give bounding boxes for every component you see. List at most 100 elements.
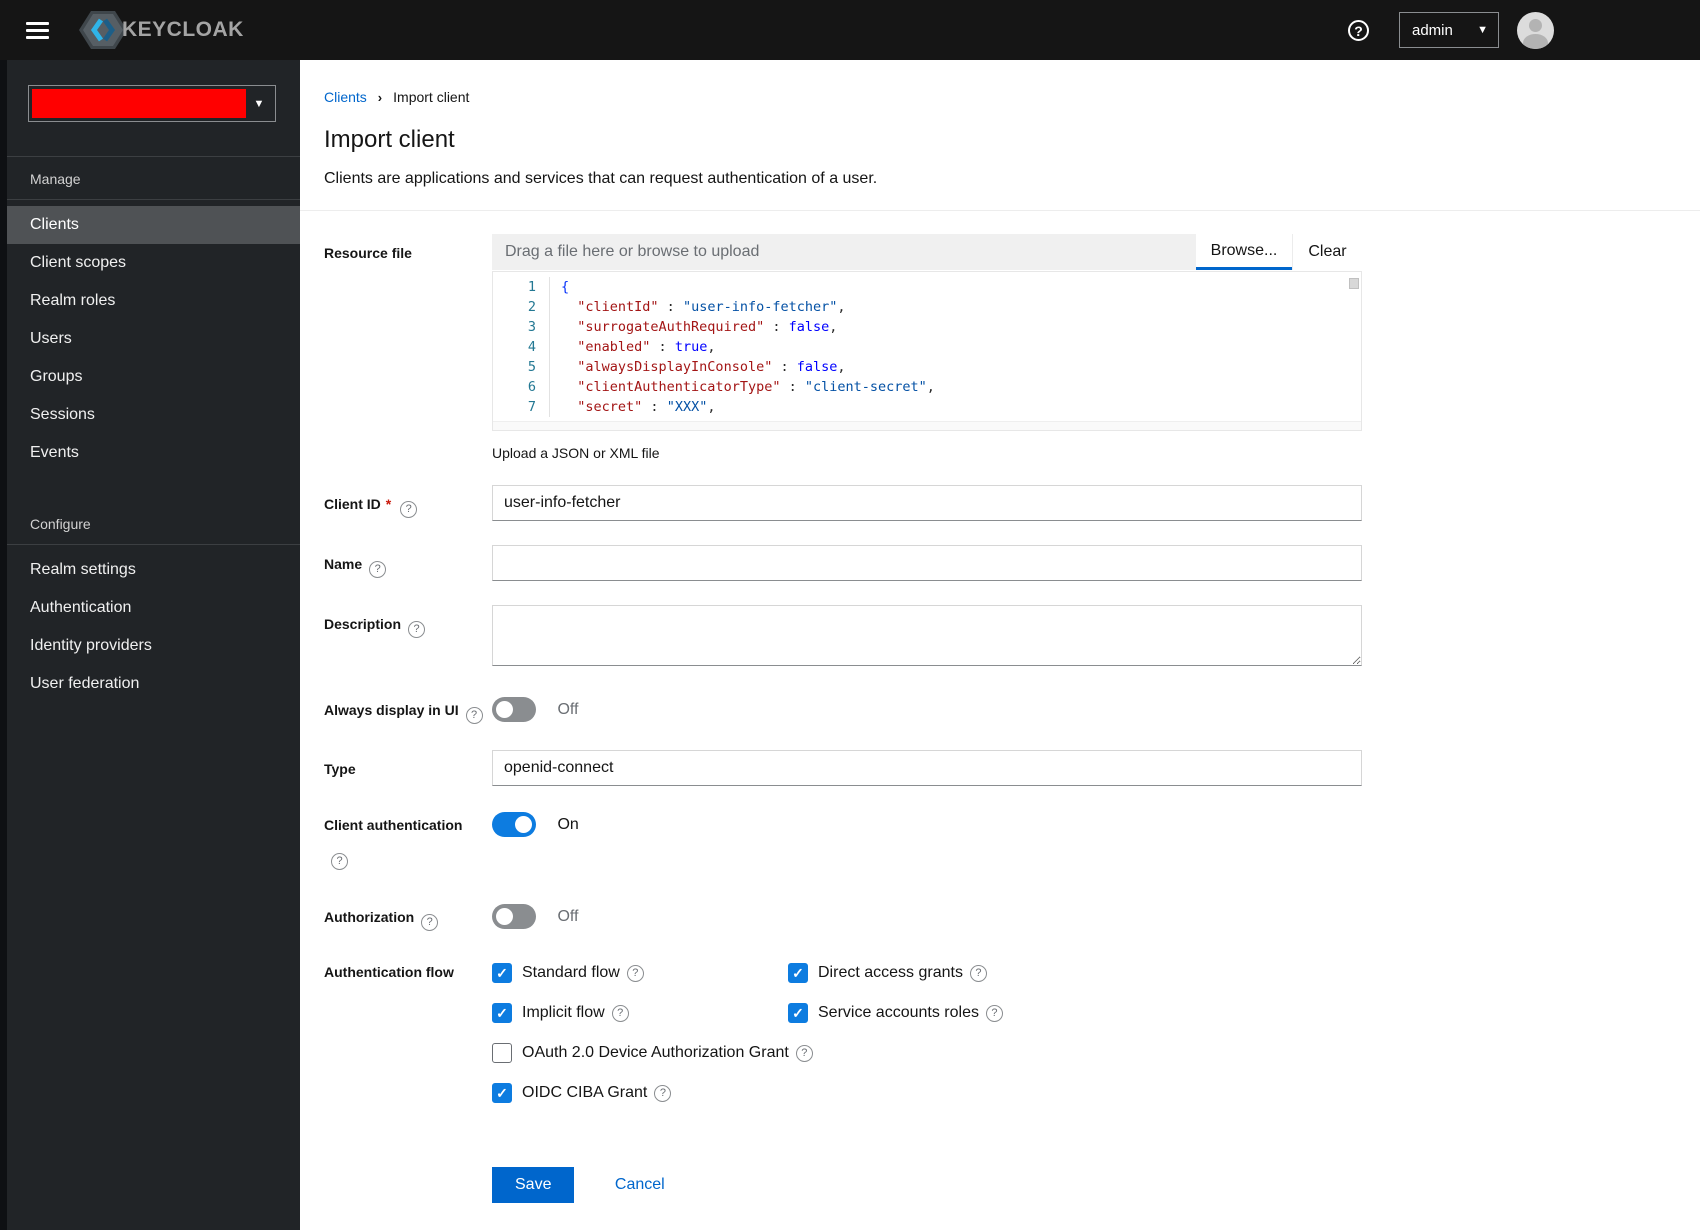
checkbox-unchecked-icon[interactable] (492, 1043, 512, 1064)
client-auth-toggle[interactable] (492, 812, 536, 838)
line-number: 1 (527, 279, 536, 296)
checkbox-label: Standard flow (522, 964, 620, 982)
breadcrumb-link-clients[interactable]: Clients (324, 89, 367, 105)
authorization-row: Authorization Off (324, 904, 1700, 932)
sidebar-item-groups[interactable]: Groups (0, 358, 300, 396)
sidebar-item-authentication[interactable]: Authentication (0, 589, 300, 627)
sidebar-item-user-federation[interactable]: User federation (0, 665, 300, 703)
checkbox-implicit-flow[interactable]: Implicit flow (492, 999, 788, 1027)
clear-button[interactable]: Clear (1292, 234, 1362, 271)
chevron-right-icon: › (377, 89, 383, 105)
checkbox-checked-icon[interactable] (492, 963, 512, 984)
sidebar-edge-strip (0, 60, 7, 1230)
page-title: Import client (324, 126, 455, 153)
main-content: Clients › Import client Import client Cl… (300, 60, 1700, 1230)
section-divider (300, 210, 1700, 212)
brand-text: KEYCLOAK (122, 18, 244, 41)
cancel-button[interactable]: Cancel (609, 1175, 671, 1195)
type-row: Type (324, 750, 1700, 787)
checkbox-label: Implicit flow (522, 1004, 605, 1022)
client-id-row: Client ID * (324, 485, 1700, 522)
checkbox-oidc-ciba-grant[interactable]: OIDC CIBA Grant (492, 1079, 1362, 1107)
help-icon[interactable] (408, 621, 426, 639)
auth-flow-row: Authentication flow Standard flow Direct … (324, 959, 1700, 1119)
sidebar-item-realm-roles[interactable]: Realm roles (0, 282, 300, 320)
always-display-row: Always display in UI Off (324, 697, 1700, 725)
chevron-down-icon: ▼ (1477, 24, 1488, 36)
checkbox-checked-icon[interactable] (788, 1003, 808, 1024)
checkbox-service-accounts-roles[interactable]: Service accounts roles (788, 999, 1362, 1027)
help-icon[interactable] (400, 501, 418, 519)
sidebar-item-realm-settings[interactable]: Realm settings (0, 551, 300, 589)
auth-flow-label: Authentication flow (324, 964, 454, 981)
sidebar-item-clients[interactable]: Clients (0, 206, 300, 244)
sidebar-item-client-scopes[interactable]: Client scopes (0, 244, 300, 282)
help-icon[interactable] (369, 561, 387, 579)
help-icon[interactable] (331, 853, 348, 871)
line-number: 4 (527, 339, 536, 356)
user-menu-dropdown[interactable]: admin ▼ (1399, 12, 1499, 48)
help-icon[interactable] (611, 1004, 629, 1022)
checkbox-checked-icon[interactable] (788, 963, 808, 984)
sidebar-item-users[interactable]: Users (0, 320, 300, 358)
line-number: 7 (527, 399, 536, 416)
sidebar: ▼ Manage Clients Client scopes Realm roles U… (0, 60, 300, 1230)
checkbox-label: Direct access grants (818, 964, 963, 982)
hamburger-menu-icon[interactable] (26, 18, 49, 43)
always-display-state: Off (557, 700, 579, 718)
line-number: 2 (527, 299, 536, 316)
keycloak-logo: KEYCLOAK (77, 8, 244, 52)
always-display-label: Always display in UI (324, 697, 492, 725)
sidebar-item-events[interactable]: Events (0, 434, 300, 472)
sidebar-item-sessions[interactable]: Sessions (0, 396, 300, 434)
sidebar-section-title: Manage (0, 157, 300, 200)
checkbox-checked-icon[interactable] (492, 1083, 512, 1104)
help-icon[interactable] (654, 1084, 672, 1102)
checkbox-standard-flow[interactable]: Standard flow (492, 959, 788, 987)
type-input[interactable] (492, 750, 1362, 787)
help-icon[interactable] (626, 964, 644, 982)
sidebar-section-manage: Manage Clients Client scopes Realm roles Use… (0, 156, 300, 472)
code-lines: 1{2 "clientId" : "user-info-fetcher", 3 "… (493, 277, 1361, 418)
browse-button[interactable]: Browse... (1196, 234, 1292, 271)
name-label: Name (324, 545, 492, 579)
file-drop-zone[interactable]: Drag a file here or browse to upload (492, 234, 1196, 271)
breadcrumb-current: Import client (393, 89, 470, 105)
checkbox-checked-icon[interactable] (492, 1003, 512, 1024)
sidebar-item-identity-providers[interactable]: Identity providers (0, 627, 300, 665)
code-line: 2 "clientId" : "user-info-fetcher", (493, 297, 1361, 318)
breadcrumb: Clients › Import client (324, 60, 1700, 105)
editor-scrollbar-thumb[interactable] (1349, 278, 1359, 290)
realm-name-redacted (32, 89, 246, 118)
help-icon[interactable] (985, 1004, 1003, 1022)
client-auth-label: Client authentication (324, 812, 492, 871)
editor-horizontal-scrollbar[interactable] (493, 421, 1361, 431)
line-number: 6 (527, 379, 536, 396)
username: admin (1412, 21, 1453, 39)
sidebar-section-title: Configure (0, 502, 300, 545)
realm-selector[interactable]: ▼ (28, 85, 276, 122)
avatar[interactable] (1517, 11, 1554, 49)
client-id-label: Client ID * (324, 485, 492, 519)
client-id-input[interactable] (492, 485, 1362, 522)
help-icon[interactable] (795, 1044, 813, 1062)
name-input[interactable] (492, 545, 1362, 582)
name-row: Name (324, 545, 1700, 582)
help-icon[interactable] (421, 914, 439, 932)
file-upload-bar: Drag a file here or browse to upload Bro… (492, 234, 1362, 271)
checkbox-direct-access-grants[interactable]: Direct access grants (788, 959, 1362, 987)
required-asterisk: * (385, 496, 392, 513)
save-button[interactable]: Save (492, 1167, 575, 1204)
line-number: 3 (527, 319, 536, 336)
description-textarea[interactable] (492, 605, 1362, 667)
checkbox-oauth-2-0-device-authorization-grant[interactable]: OAuth 2.0 Device Authorization Grant (492, 1039, 1362, 1067)
always-display-toggle[interactable] (492, 697, 536, 723)
authorization-toggle[interactable] (492, 904, 536, 930)
description-label: Description (324, 605, 492, 639)
auth-flow-full-rows: OAuth 2.0 Device Authorization Grant OIDC… (492, 1039, 1362, 1107)
help-icon[interactable] (465, 707, 483, 725)
help-icon[interactable]: ? (1348, 19, 1369, 41)
authorization-label: Authorization (324, 904, 492, 932)
code-editor[interactable]: 1{2 "clientId" : "user-info-fetcher", 3 "… (492, 271, 1362, 432)
help-icon[interactable] (969, 964, 987, 982)
